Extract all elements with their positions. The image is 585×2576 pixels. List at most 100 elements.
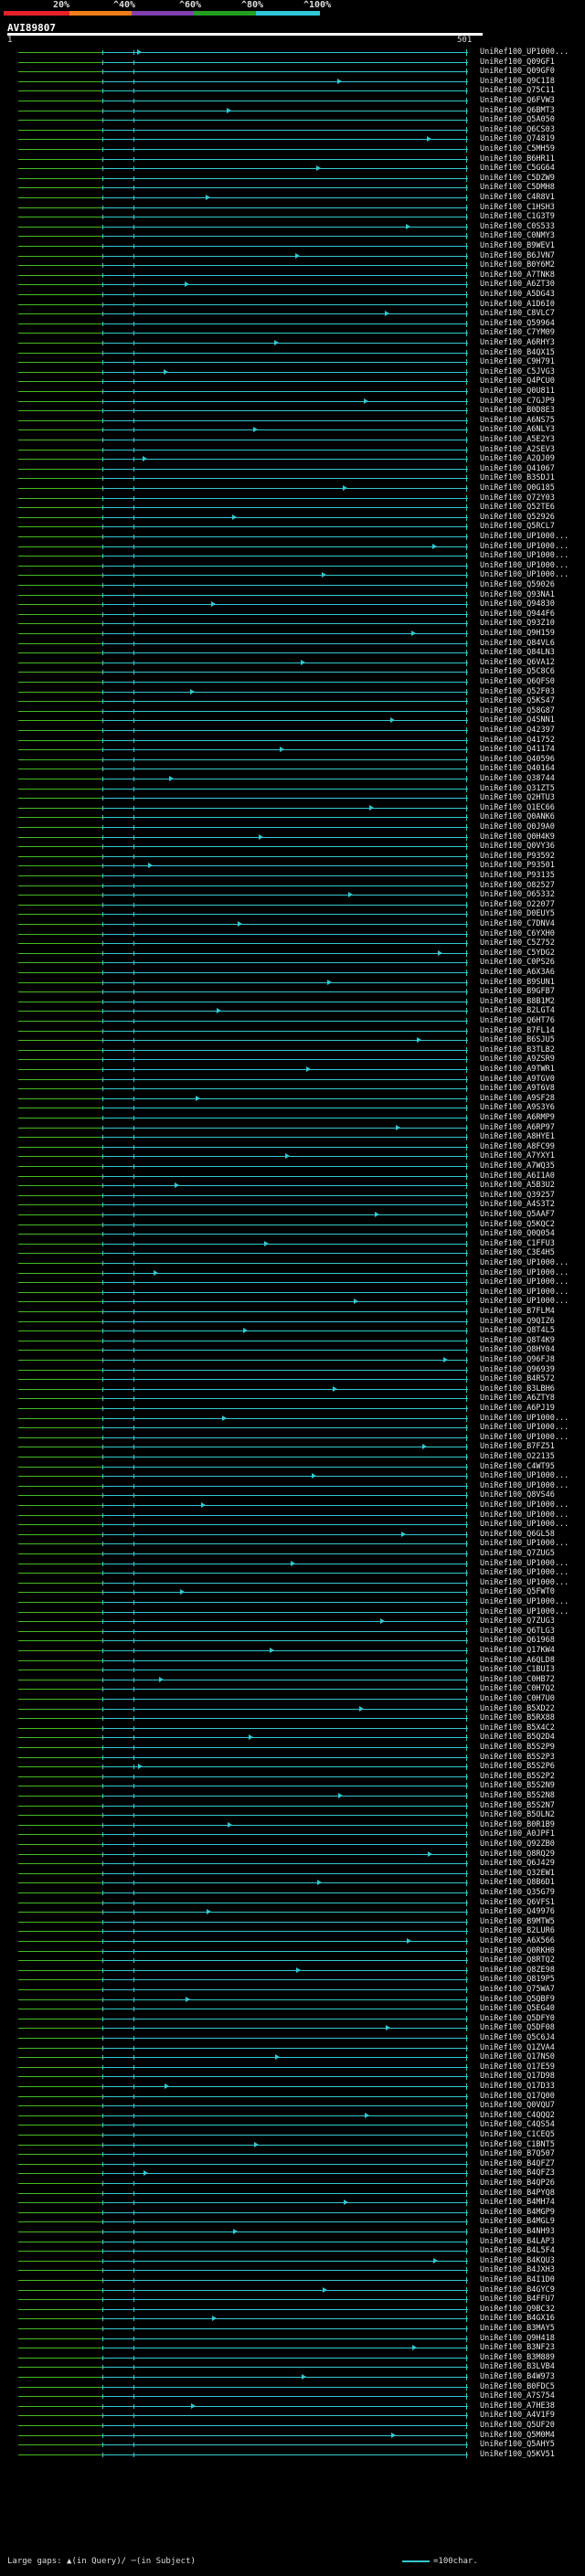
hit-label[interactable]: UniRef100_Q09GF0 (480, 67, 555, 77)
hit-label[interactable]: UniRef100_C6YXH0 (480, 929, 555, 939)
hit-row[interactable]: UniRef100_B9SUN1 (0, 978, 585, 988)
hit-label[interactable]: UniRef100_D0EUY5 (480, 909, 555, 919)
hit-label[interactable]: UniRef100_C5GG64 (480, 164, 555, 174)
hit-label[interactable]: UniRef100_UP1000... (480, 532, 569, 542)
hit-row[interactable]: UniRef100_C0HB72 (0, 1675, 585, 1685)
hit-label[interactable]: UniRef100_Q5AHY5 (480, 2440, 555, 2450)
hit-row[interactable]: UniRef100_Q4PCU0 (0, 376, 585, 387)
hit-row[interactable]: UniRef100_A7HE38 (0, 2401, 585, 2412)
hit-row[interactable]: UniRef100_UP1000... (0, 1258, 585, 1268)
hit-label[interactable]: UniRef100_Q5KS47 (480, 696, 555, 706)
hit-row[interactable]: UniRef100_Q6GL58 (0, 1530, 585, 1540)
hit-label[interactable]: UniRef100_Q17D98 (480, 2072, 555, 2082)
hit-label[interactable]: UniRef100_A6RMP9 (480, 1113, 555, 1123)
hit-label[interactable]: UniRef100_Q49976 (480, 1907, 555, 1917)
hit-label[interactable]: UniRef100_Q6FVW3 (480, 96, 555, 106)
hit-label[interactable]: UniRef100_A8FC99 (480, 1142, 555, 1152)
hit-label[interactable]: UniRef100_B7FL14 (480, 1026, 555, 1036)
hit-label[interactable]: UniRef100_A4V1F9 (480, 2411, 555, 2421)
hit-row[interactable]: UniRef100_B2LGT4 (0, 1006, 585, 1016)
hit-label[interactable]: UniRef100_C8VLC7 (480, 309, 555, 319)
hit-label[interactable]: UniRef100_Q0U811 (480, 387, 555, 397)
hit-row[interactable]: UniRef100_Q72Y03 (0, 493, 585, 504)
hit-row[interactable]: UniRef100_Q17D33 (0, 2082, 585, 2092)
hit-label[interactable]: UniRef100_B2LUR6 (480, 1926, 555, 1936)
hit-row[interactable]: UniRef100_UP1000... (0, 1559, 585, 1569)
hit-row[interactable]: UniRef100_Q17NS0 (0, 2052, 585, 2062)
hit-label[interactable]: UniRef100_A9S3Y6 (480, 1103, 555, 1113)
hit-label[interactable]: UniRef100_Q38744 (480, 774, 555, 784)
hit-label[interactable]: UniRef100_A1D6I0 (480, 300, 555, 310)
hit-row[interactable]: UniRef100_Q74819 (0, 134, 585, 144)
hit-row[interactable]: UniRef100_Q8VS46 (0, 1490, 585, 1500)
hit-row[interactable]: UniRef100_Q41067 (0, 464, 585, 474)
hit-row[interactable]: UniRef100_B0FDC5 (0, 2382, 585, 2392)
hit-label[interactable]: UniRef100_C5YDG2 (480, 949, 555, 959)
hit-label[interactable]: UniRef100_Q96FJ8 (480, 1355, 555, 1365)
hit-label[interactable]: UniRef100_C5MH59 (480, 144, 555, 154)
hit-label[interactable]: UniRef100_Q5M0M4 (480, 2431, 555, 2441)
hit-label[interactable]: UniRef100_UP1000... (480, 48, 569, 58)
hit-row[interactable]: UniRef100_Q58G87 (0, 706, 585, 716)
hit-label[interactable]: UniRef100_A6ZTY8 (480, 1394, 555, 1404)
hit-row[interactable]: UniRef100_A6X566 (0, 1936, 585, 1946)
hit-label[interactable]: UniRef100_B2LGT4 (480, 1006, 555, 1016)
hit-row[interactable]: UniRef100_A6NS75 (0, 416, 585, 426)
hit-row[interactable]: UniRef100_UP1000... (0, 1568, 585, 1578)
hit-label[interactable]: UniRef100_B5S2P6 (480, 1762, 555, 1772)
hit-row[interactable]: UniRef100_C0S533 (0, 222, 585, 232)
hit-row[interactable]: UniRef100_Q6VFS1 (0, 1898, 585, 1908)
hit-row[interactable]: UniRef100_Q17D98 (0, 2072, 585, 2082)
hit-row[interactable]: UniRef100_A0JPF1 (0, 1829, 585, 1839)
hit-row[interactable]: UniRef100_B7FZ51 (0, 1442, 585, 1452)
hit-row[interactable]: UniRef100_B4QFZ3 (0, 2168, 585, 2178)
hit-label[interactable]: UniRef100_B5S2P3 (480, 1753, 555, 1763)
hit-label[interactable]: UniRef100_C0HB72 (480, 1675, 555, 1685)
hit-row[interactable]: UniRef100_Q5RCL7 (0, 522, 585, 532)
hit-label[interactable]: UniRef100_B4QX15 (480, 348, 555, 358)
hit-row[interactable]: UniRef100_B4PYQ8 (0, 2189, 585, 2199)
hit-label[interactable]: UniRef100_Q5EG40 (480, 2004, 555, 2014)
hit-label[interactable]: UniRef100_B4MGL9 (480, 2217, 555, 2227)
hit-row[interactable]: UniRef100_Q5KS47 (0, 696, 585, 706)
hit-label[interactable]: UniRef100_Q5FWT0 (480, 1587, 555, 1597)
hit-label[interactable]: UniRef100_O65332 (480, 890, 555, 900)
hit-row[interactable]: UniRef100_UP1000... (0, 1578, 585, 1588)
hit-label[interactable]: UniRef100_B4KQU3 (480, 2256, 555, 2266)
hit-label[interactable]: UniRef100_Q8RTQ2 (480, 1956, 555, 1966)
hit-label[interactable]: UniRef100_Q42397 (480, 726, 555, 736)
hit-label[interactable]: UniRef100_A6RHY3 (480, 338, 555, 348)
hit-row[interactable]: UniRef100_Q40596 (0, 755, 585, 765)
hit-row[interactable]: UniRef100_Q0VQU7 (0, 2101, 585, 2111)
hit-label[interactable]: UniRef100_UP1000... (480, 561, 569, 571)
hit-row[interactable]: UniRef100_Q32EW1 (0, 1869, 585, 1879)
hit-label[interactable]: UniRef100_A5E2Y3 (480, 435, 555, 445)
hit-row[interactable]: UniRef100_Q84VL6 (0, 639, 585, 649)
hit-label[interactable]: UniRef100_C4QQQ2 (480, 2111, 555, 2121)
hit-row[interactable]: UniRef100_Q9C1I8 (0, 77, 585, 87)
hit-row[interactable]: UniRef100_Q0RKH0 (0, 1946, 585, 1956)
hit-row[interactable]: UniRef100_UP1000... (0, 1481, 585, 1491)
hit-label[interactable]: UniRef100_A6ZT30 (480, 280, 555, 290)
hit-label[interactable]: UniRef100_Q17D33 (480, 2082, 555, 2092)
hit-row[interactable]: UniRef100_UP1000... (0, 542, 585, 552)
hit-label[interactable]: UniRef100_Q0Q054 (480, 1229, 555, 1239)
hit-label[interactable]: UniRef100_UP1000... (480, 1258, 569, 1268)
hit-row[interactable]: UniRef100_Q8B6D1 (0, 1878, 585, 1888)
hit-row[interactable]: UniRef100_UP1000... (0, 1268, 585, 1278)
hit-label[interactable]: UniRef100_Q6HT76 (480, 1016, 555, 1026)
hit-row[interactable]: UniRef100_Q6FVW3 (0, 96, 585, 106)
hit-row[interactable]: UniRef100_B4MH74 (0, 2198, 585, 2208)
hit-row[interactable]: UniRef100_UP1000... (0, 1433, 585, 1443)
hit-row[interactable]: UniRef100_Q1ZVA4 (0, 2043, 585, 2053)
hit-row[interactable]: UniRef100_UP1000... (0, 1607, 585, 1617)
hit-row[interactable]: UniRef100_B2LUR6 (0, 1926, 585, 1936)
hit-label[interactable]: UniRef100_Q6CS03 (480, 125, 555, 135)
hit-row[interactable]: UniRef100_A1D6I0 (0, 300, 585, 310)
hit-row[interactable]: UniRef100_Q41174 (0, 745, 585, 755)
hit-row[interactable]: UniRef100_Q31ZT5 (0, 784, 585, 794)
hit-row[interactable]: UniRef100_B4L5F4 (0, 2246, 585, 2256)
hit-label[interactable]: UniRef100_Q40164 (480, 764, 555, 774)
hit-label[interactable]: UniRef100_UP1000... (480, 1433, 569, 1443)
hit-label[interactable]: UniRef100_A6I1A0 (480, 1171, 555, 1182)
